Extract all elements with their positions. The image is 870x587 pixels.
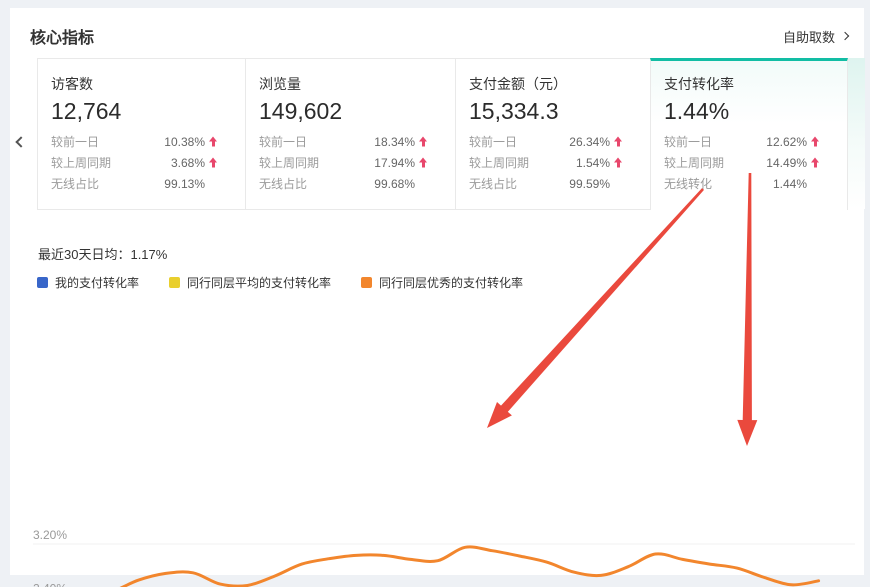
core-metrics-panel: 核心指标 自助取数 访客数 12,764 较前一日 10.38% 较上周同期 3… <box>10 8 864 575</box>
card-row: 较前一日 18.34% <box>259 131 415 152</box>
legend-item-my-rate[interactable]: 我的支付转化率 <box>37 274 139 291</box>
row-value: 1.54% <box>576 156 610 170</box>
up-arrow-icon <box>419 157 428 168</box>
legend-swatch-orange <box>361 277 372 288</box>
metric-cards-row: 访客数 12,764 较前一日 10.38% 较上周同期 3.68% 无线占比 … <box>37 58 848 210</box>
card-row: 较前一日 12.62% <box>664 131 807 152</box>
up-arrow-icon <box>209 157 218 168</box>
row-label: 较前一日 <box>259 133 307 150</box>
card-value: 15,334.3 <box>469 96 610 126</box>
row-label: 无线转化 <box>664 175 712 192</box>
up-arrow-icon <box>614 136 623 147</box>
card-title: 支付金额（元） <box>469 74 610 94</box>
row-label: 较前一日 <box>664 133 712 150</box>
card-row: 较上周同期 17.94% <box>259 152 415 173</box>
row-value: 1.44% <box>773 177 807 191</box>
card-row: 无线占比 99.59% <box>469 173 610 194</box>
row-value: 10.38% <box>164 135 205 149</box>
legend-label: 同行同层优秀的支付转化率 <box>379 274 523 291</box>
card-row: 较前一日 10.38% <box>51 131 205 152</box>
card-value: 1.44% <box>664 96 807 126</box>
chevron-left-icon <box>15 136 26 147</box>
row-label: 较上周同期 <box>259 154 319 171</box>
row-label: 较上周同期 <box>469 154 529 171</box>
card-row: 较前一日 26.34% <box>469 131 610 152</box>
row-value: 14.49% <box>766 156 807 170</box>
chevron-right-icon <box>841 32 849 40</box>
row-label: 较上周同期 <box>664 154 724 171</box>
chart-section: 最近30天日均：1.17% 我的支付转化率 同行同层平均的支付转化率 同行同层优… <box>10 236 864 291</box>
card-conversion-rate[interactable]: 支付转化率 1.44% 较前一日 12.62% 较上周同期 14.49% 无线转… <box>650 58 848 210</box>
svg-text:2.40%: 2.40% <box>33 582 67 587</box>
card-row: 无线占比 99.13% <box>51 173 205 194</box>
row-value: 12.62% <box>766 135 807 149</box>
card-value: 149,602 <box>259 96 415 126</box>
svg-text:3.20%: 3.20% <box>33 528 67 542</box>
up-arrow-icon <box>614 157 623 168</box>
row-label: 无线占比 <box>469 175 517 192</box>
card-payment-amount[interactable]: 支付金额（元） 15,334.3 较前一日 26.34% 较上周同期 1.54%… <box>455 58 650 210</box>
cards-fade <box>848 58 865 209</box>
row-value: 99.59% <box>569 177 610 191</box>
row-value: 99.13% <box>164 177 205 191</box>
legend-item-peer-average[interactable]: 同行同层平均的支付转化率 <box>169 274 331 291</box>
row-label: 无线占比 <box>259 175 307 192</box>
up-arrow-icon <box>209 136 218 147</box>
row-label: 较前一日 <box>51 133 99 150</box>
row-label: 无线占比 <box>51 175 99 192</box>
up-arrow-icon <box>419 136 428 147</box>
line-chart: 0.00%0.80%1.60%2.40%3.20%04-0204-0504-08… <box>10 524 862 587</box>
card-row: 无线转化 1.44% <box>664 173 807 194</box>
up-arrow-icon <box>811 157 820 168</box>
row-value: 99.68% <box>374 177 415 191</box>
legend-swatch-blue <box>37 277 48 288</box>
legend-label: 我的支付转化率 <box>55 274 139 291</box>
chart-legend: 我的支付转化率 同行同层平均的支付转化率 同行同层优秀的支付转化率 <box>10 274 864 291</box>
card-row: 较上周同期 3.68% <box>51 152 205 173</box>
row-label: 较上周同期 <box>51 154 111 171</box>
carousel-prev-button[interactable] <box>12 130 30 154</box>
card-row: 无线占比 99.68% <box>259 173 415 194</box>
chart-average-label: 最近30天日均：1.17% <box>10 244 864 263</box>
up-arrow-icon <box>811 136 820 147</box>
self-service-data-link[interactable]: 自助取数 <box>783 27 848 46</box>
card-title: 访客数 <box>51 74 205 94</box>
legend-label: 同行同层平均的支付转化率 <box>187 274 331 291</box>
row-value: 18.34% <box>374 135 415 149</box>
row-label: 较前一日 <box>469 133 517 150</box>
row-value: 26.34% <box>569 135 610 149</box>
self-service-data-label: 自助取数 <box>783 27 835 46</box>
legend-swatch-yellow <box>169 277 180 288</box>
page-title: 核心指标 <box>30 24 94 48</box>
card-row: 较上周同期 1.54% <box>469 152 610 173</box>
legend-item-peer-excellent[interactable]: 同行同层优秀的支付转化率 <box>361 274 523 291</box>
panel-header: 核心指标 自助取数 <box>10 8 864 48</box>
row-value: 3.68% <box>171 156 205 170</box>
card-row: 较上周同期 14.49% <box>664 152 807 173</box>
card-title: 浏览量 <box>259 74 415 94</box>
card-value: 12,764 <box>51 96 205 126</box>
card-visitors[interactable]: 访客数 12,764 较前一日 10.38% 较上周同期 3.68% 无线占比 … <box>37 58 245 210</box>
card-pageviews[interactable]: 浏览量 149,602 较前一日 18.34% 较上周同期 17.94% 无线占… <box>245 58 455 210</box>
card-title: 支付转化率 <box>664 74 807 94</box>
row-value: 17.94% <box>374 156 415 170</box>
